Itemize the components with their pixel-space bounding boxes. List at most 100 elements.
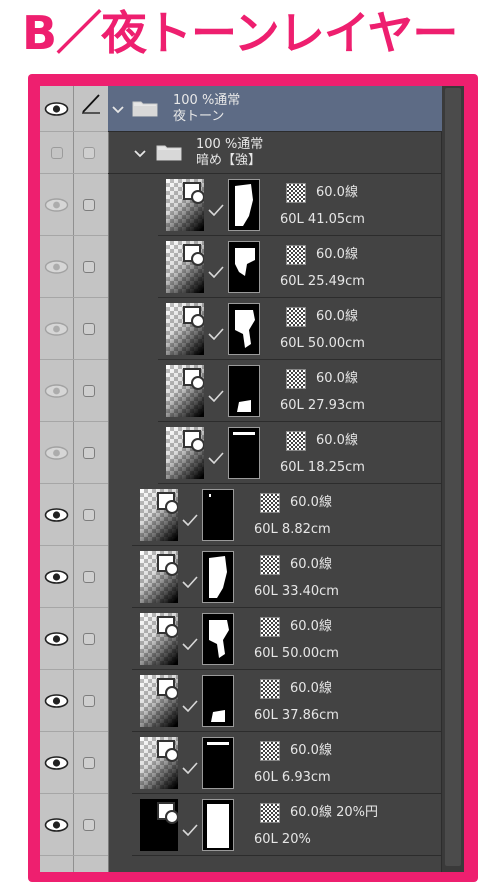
eye-icon[interactable] [44, 260, 69, 274]
layer-thumbnail [140, 613, 178, 665]
eye-icon[interactable] [44, 384, 69, 398]
layer-tone-info: 60L 8.82cm [254, 522, 331, 537]
group-row[interactable]: 100 %通常 暗め【強】 [40, 132, 442, 174]
layer-row[interactable]: 60.0線 60L 27.93cm [40, 360, 442, 422]
tone-layer-icon [157, 740, 178, 762]
layer-row[interactable]: 60.0線 60L 41.05cm [40, 174, 442, 236]
layer-mask-thumbnail [228, 365, 260, 417]
tone-layer-icon [183, 182, 204, 204]
tone-pattern-icon [286, 369, 306, 389]
layer-tone-info: 60L 37.86cm [254, 708, 339, 723]
layer-tone-info: 60L 27.93cm [280, 398, 365, 413]
chevron-down-icon[interactable] [134, 150, 146, 158]
layer-thumbnail [140, 799, 178, 851]
eye-off-toggle[interactable] [51, 147, 63, 159]
eye-icon[interactable] [44, 322, 69, 336]
edit-toggle[interactable] [83, 385, 95, 397]
tone-layer-icon [183, 244, 204, 266]
layer-tone-settings: 60.0線 [290, 557, 332, 572]
group-row[interactable]: 100 %通常 夜トーン [40, 86, 442, 132]
layer-row[interactable]: 60.0線 60L 50.00cm [40, 608, 442, 670]
scrollbar[interactable] [441, 86, 464, 872]
layer-tone-info: 60L 50.00cm [280, 336, 365, 351]
tone-layer-icon [183, 368, 204, 390]
edit-toggle[interactable] [83, 509, 95, 521]
pen-icon[interactable] [80, 92, 102, 114]
layer-mask-thumbnail [228, 179, 260, 231]
layer-row[interactable]: 60.0線 60L 33.40cm [40, 546, 442, 608]
layer-row[interactable]: 60.0線 60L 37.86cm [40, 670, 442, 732]
edit-toggle[interactable] [83, 323, 95, 335]
check-icon [182, 762, 198, 774]
group-blend: 100 %通常 [173, 93, 241, 108]
check-icon [182, 824, 198, 836]
layer-tone-settings: 60.0線 [290, 495, 332, 510]
layer-mask-thumbnail [228, 241, 260, 293]
tone-pattern-icon [260, 617, 280, 637]
edit-toggle[interactable] [83, 199, 95, 211]
edit-toggle[interactable] [83, 633, 95, 645]
check-icon [208, 266, 224, 278]
layer-mask-thumbnail [202, 675, 234, 727]
layer-thumbnail [140, 675, 178, 727]
group-name: 暗め【強】 [196, 153, 262, 168]
tone-pattern-icon [260, 741, 280, 761]
layer-thumbnail [140, 489, 178, 541]
chevron-down-icon[interactable] [112, 106, 124, 114]
layer-row[interactable]: 60.0線 60L 50.00cm [40, 298, 442, 360]
check-icon [208, 328, 224, 340]
layer-row[interactable]: 60.0線 60L 25.49cm [40, 236, 442, 298]
eye-icon[interactable] [44, 508, 69, 522]
eye-icon[interactable] [44, 818, 69, 832]
layer-mask-thumbnail [202, 551, 234, 603]
layer-tone-settings: 60.0線 [290, 681, 332, 696]
check-icon [182, 700, 198, 712]
tone-pattern-icon [260, 803, 280, 823]
layer-tone-settings: 60.0線 [316, 185, 358, 200]
layer-thumbnail [166, 241, 204, 293]
tone-pattern-icon [260, 555, 280, 575]
edit-toggle[interactable] [83, 695, 95, 707]
layer-tone-info: 60L 41.05cm [280, 212, 365, 227]
layer-tone-settings: 60.0線 [316, 309, 358, 324]
layer-row[interactable]: 60.0線 20%円 60L 20% [40, 794, 442, 856]
edit-toggle[interactable] [83, 447, 95, 459]
layer-tone-info: 60L 18.25cm [280, 460, 365, 475]
eye-icon[interactable] [44, 694, 69, 708]
layer-thumbnail [166, 303, 204, 355]
edit-toggle[interactable] [83, 147, 95, 159]
eye-icon[interactable] [44, 570, 69, 584]
layer-tone-settings: 60.0線 [316, 433, 358, 448]
eye-icon[interactable] [44, 632, 69, 646]
layer-row[interactable]: 60.0線 60L 18.25cm [40, 422, 442, 484]
layer-tone-settings: 60.0線 [316, 371, 358, 386]
layer-mask-thumbnail [202, 799, 234, 851]
layer-row[interactable]: 60.0線 60L 6.93cm [40, 732, 442, 794]
layer-tone-info: 60L 20% [254, 832, 311, 847]
layer-mask-thumbnail [202, 489, 234, 541]
eye-icon[interactable] [44, 102, 69, 116]
tone-pattern-icon [286, 183, 306, 203]
layer-thumbnail [166, 179, 204, 231]
tone-pattern-icon [286, 245, 306, 265]
check-icon [208, 204, 224, 216]
layer-mask-thumbnail [228, 303, 260, 355]
layer-row[interactable]: 60.0線 60L 8.82cm [40, 484, 442, 546]
eye-icon[interactable] [44, 198, 69, 212]
tone-pattern-icon [286, 431, 306, 451]
edit-toggle[interactable] [83, 819, 95, 831]
scrollbar-thumb[interactable] [445, 88, 461, 866]
layer-tone-info: 60L 33.40cm [254, 584, 339, 599]
tone-layer-icon [183, 306, 204, 328]
eye-icon[interactable] [44, 446, 69, 460]
layer-tone-info: 60L 25.49cm [280, 274, 365, 289]
check-icon [182, 514, 198, 526]
edit-toggle[interactable] [83, 757, 95, 769]
tone-layer-icon [183, 430, 204, 452]
tone-pattern-icon [260, 679, 280, 699]
layer-tone-settings: 60.0線 [316, 247, 358, 262]
edit-toggle[interactable] [83, 571, 95, 583]
eye-icon[interactable] [44, 756, 69, 770]
layer-mask-thumbnail [202, 737, 234, 789]
edit-toggle[interactable] [83, 261, 95, 273]
